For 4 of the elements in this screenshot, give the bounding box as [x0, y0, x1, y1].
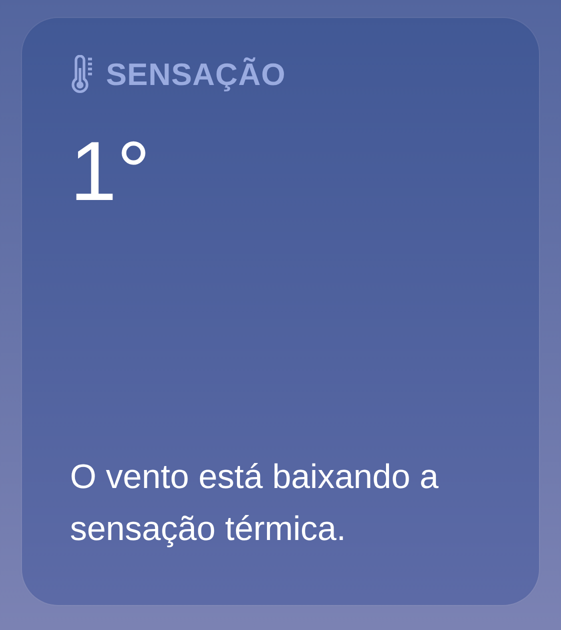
description-text: O vento está baixando a sensação térmica.	[70, 457, 440, 550]
widget-title: SENSAÇÃO	[106, 56, 286, 94]
thermometer-icon	[70, 55, 94, 96]
feels-like-temperature: 1°	[70, 128, 150, 212]
